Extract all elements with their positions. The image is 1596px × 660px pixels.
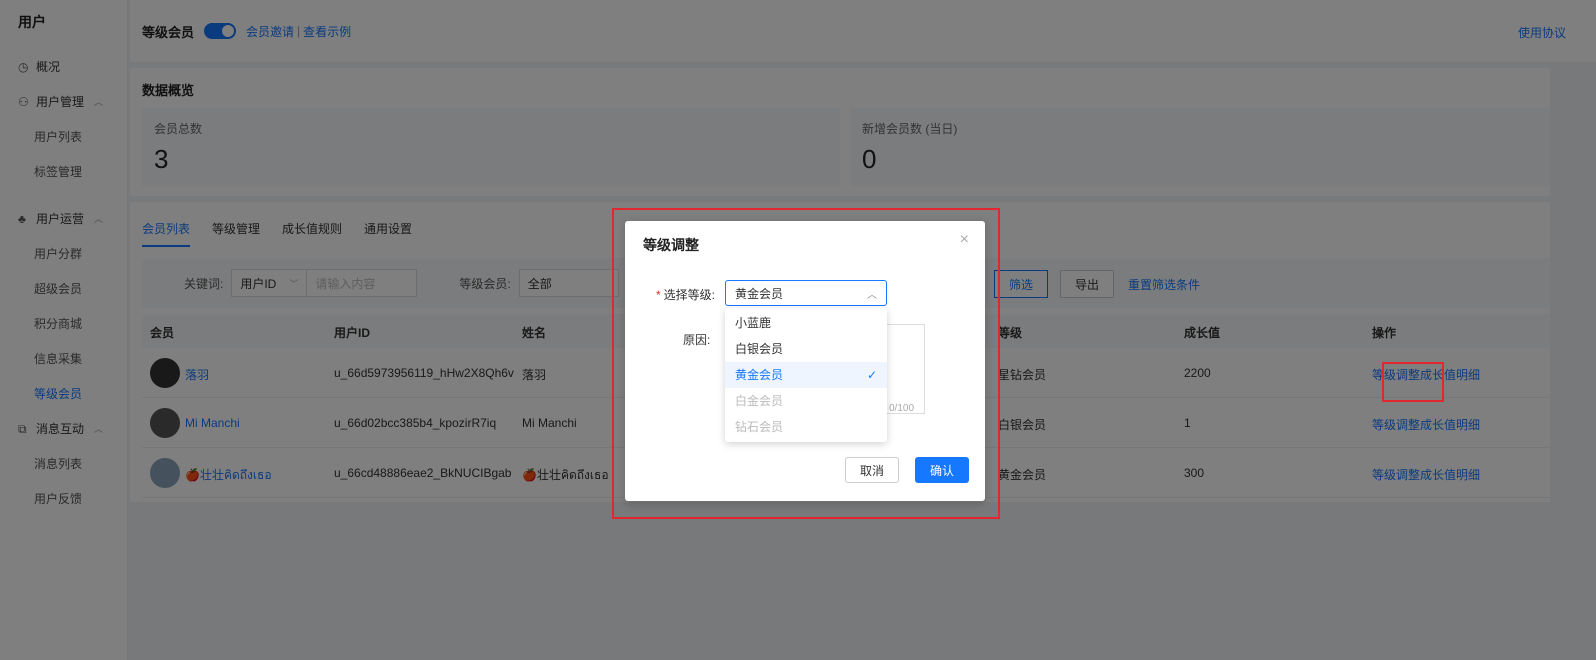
char-count: 0/100 (889, 403, 915, 414)
level-option[interactable]: 小蓝鹿 (725, 310, 887, 336)
check-icon: ✓ (866, 368, 877, 382)
select-level-label: * 选择等级: (656, 288, 716, 302)
selected-level: 黄金会员 (735, 286, 784, 301)
confirm-button[interactable]: 确认 (915, 457, 969, 483)
level-dropdown: 小蓝鹿 白银会员 黄金会员 ✓ 白金会员 钻石会员 (725, 308, 887, 442)
chevron-up-icon: ︿ (867, 289, 877, 301)
reason-textarea[interactable] (885, 324, 925, 414)
level-option-disabled: 白金会员 (735, 394, 784, 408)
level-select[interactable]: 黄金会员 ︿ (725, 280, 887, 306)
level-option-selected[interactable]: 黄金会员 ✓ (725, 362, 887, 388)
modal-title: 等级调整 (643, 237, 699, 253)
highlight-box-level-adjust (1382, 362, 1444, 402)
level-option[interactable]: 白银会员 (725, 336, 887, 362)
close-icon[interactable]: × (960, 231, 969, 249)
cancel-button[interactable]: 取消 (845, 457, 899, 483)
required-mark: * (656, 288, 661, 302)
reason-label: 原因: (683, 333, 711, 347)
level-option-disabled: 钻石会员 (735, 420, 784, 434)
